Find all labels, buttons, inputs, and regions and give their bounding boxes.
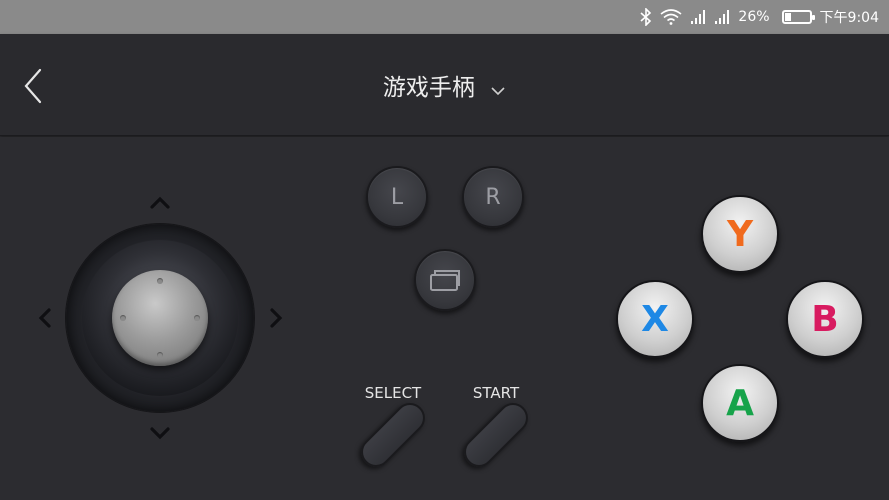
bluetooth-icon <box>640 7 652 27</box>
screen-switch-icon <box>430 270 460 291</box>
select-label: SELECT <box>364 384 422 402</box>
b-button[interactable]: B <box>786 280 864 358</box>
r-shoulder-button[interactable]: R <box>462 166 524 228</box>
status-bar: 26% 下午9:04 <box>0 0 889 34</box>
title-dropdown[interactable]: 游戏手柄 <box>0 68 889 102</box>
start-label: START <box>472 384 520 402</box>
page-title: 游戏手柄 <box>382 75 475 101</box>
battery-percent: 26% <box>738 9 770 25</box>
l-shoulder-button[interactable]: L <box>366 166 428 228</box>
dpad-up-arrow-icon[interactable] <box>149 192 171 214</box>
screen-switch-button[interactable] <box>414 249 476 311</box>
clock: 下午9:04 <box>819 10 879 26</box>
chevron-down-icon <box>490 76 506 102</box>
signal-icon-2 <box>714 7 730 27</box>
y-button[interactable]: Y <box>701 195 779 273</box>
signal-icon <box>690 7 706 27</box>
wifi-icon <box>660 7 682 27</box>
b-button-label: B <box>811 298 839 340</box>
l-button-label: L <box>390 184 404 210</box>
dpad-left-arrow-icon[interactable] <box>34 307 56 329</box>
dpad-down-arrow-icon[interactable] <box>149 422 171 444</box>
joystick-knob[interactable] <box>112 270 208 366</box>
app-header: 游戏手柄 <box>0 34 889 136</box>
dpad-right-arrow-icon[interactable] <box>265 307 287 329</box>
r-button-label: R <box>485 184 501 210</box>
x-button-label: X <box>641 298 669 340</box>
x-button[interactable]: X <box>616 280 694 358</box>
a-button[interactable]: A <box>701 364 779 442</box>
a-button-label: A <box>726 382 754 424</box>
y-button-label: Y <box>726 213 754 255</box>
battery-icon <box>781 10 815 24</box>
